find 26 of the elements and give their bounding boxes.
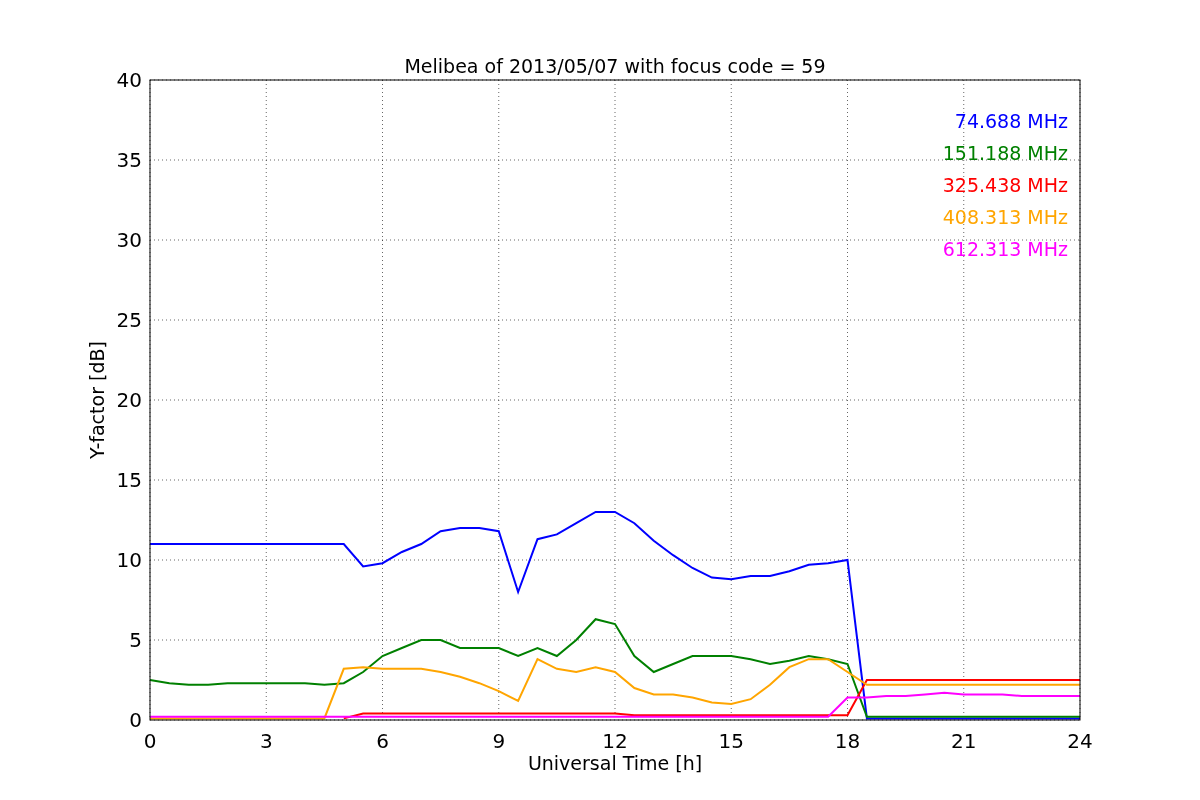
x-tick-label: 18 <box>834 729 861 753</box>
x-tick-label: 21 <box>951 729 977 753</box>
y-tick-label: 20 <box>116 388 142 412</box>
x-tick-label: 15 <box>718 729 744 753</box>
x-tick-label: 3 <box>259 729 273 753</box>
y-tick-label: 15 <box>116 468 142 492</box>
x-tick-label: 9 <box>492 729 506 753</box>
y-tick-label: 25 <box>116 308 142 332</box>
chart-title: Melibea of 2013/05/07 with focus code = 59 <box>404 55 826 77</box>
legend-label: 612.313 MHz <box>942 238 1068 260</box>
x-tick-label: 6 <box>376 729 389 753</box>
x-tick-label: 12 <box>602 729 628 753</box>
y-axis-label: Y-factor [dB] <box>86 341 108 459</box>
y-tick-label: 30 <box>116 228 142 252</box>
y-tick-label: 0 <box>129 708 142 732</box>
legend-label: 74.688 MHz <box>954 110 1068 132</box>
y-tick-label: 10 <box>116 548 142 572</box>
x-axis-label: Universal Time [h] <box>527 752 703 774</box>
legend-label: 408.313 MHz <box>942 206 1068 228</box>
y-tick-label: 5 <box>129 628 142 652</box>
legend-label: 151.188 MHz <box>942 142 1068 164</box>
x-tick-label: 0 <box>143 729 157 753</box>
y-tick-label: 35 <box>116 148 142 172</box>
y-tick-label: 40 <box>116 68 142 92</box>
legend-label: 325.438 MHz <box>942 174 1068 196</box>
x-tick-label: 24 <box>1067 729 1093 753</box>
